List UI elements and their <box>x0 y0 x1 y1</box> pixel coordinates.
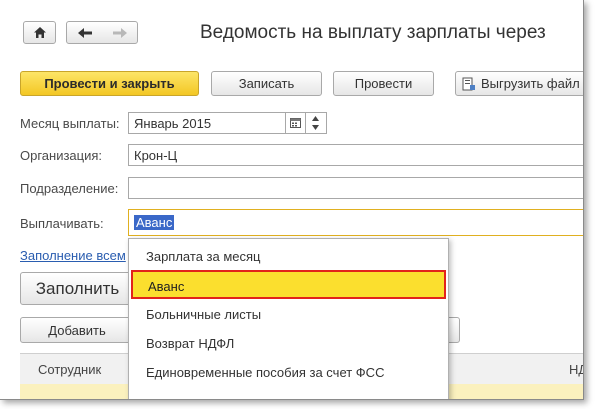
spin-up-icon[interactable] <box>312 116 319 121</box>
export-file-label: Выгрузить файл <box>481 76 580 91</box>
page-title: Ведомость на выплату зарплаты через <box>200 22 546 43</box>
dropdown-item-advance[interactable]: Аванс <box>131 270 446 299</box>
add-button[interactable]: Добавить <box>20 317 134 343</box>
home-button[interactable] <box>23 21 56 44</box>
column-ndfl[interactable]: НД <box>569 362 583 377</box>
save-button[interactable]: Записать <box>211 71 322 96</box>
dropdown-item-fss-benefits[interactable]: Единовременные пособия за счет ФСС <box>129 358 448 387</box>
payout-type-dropdown: Зарплата за месяц Аванс Больничные листы… <box>128 238 449 399</box>
export-file-button[interactable]: Выгрузить файл <box>455 71 583 96</box>
history-nav-group <box>66 21 138 44</box>
month-field[interactable]: Январь 2015 <box>128 112 286 134</box>
forward-arrow-icon[interactable] <box>112 27 128 39</box>
department-label: Подразделение: <box>20 181 119 196</box>
column-employee[interactable]: Сотрудник <box>38 362 101 377</box>
back-arrow-icon[interactable] <box>77 27 93 39</box>
calendar-icon <box>290 118 301 128</box>
export-file-icon <box>462 77 476 91</box>
document-window: Ведомость на выплату зарплаты через Пров… <box>0 0 584 400</box>
post-button[interactable]: Провести <box>333 71 434 96</box>
home-icon <box>33 26 47 39</box>
month-label: Месяц выплаты: <box>20 116 120 131</box>
month-spinner[interactable] <box>306 112 327 134</box>
dropdown-item-sick-leave[interactable]: Больничные листы <box>129 300 448 329</box>
department-field[interactable] <box>128 177 583 199</box>
spin-down-icon[interactable] <box>312 125 319 130</box>
payout-field[interactable]: Аванс <box>128 209 583 236</box>
fill-link[interactable]: Заполнение всем <box>20 248 126 263</box>
payout-selected-text: Аванс <box>134 215 175 230</box>
fill-button[interactable]: Заполнить <box>20 272 135 305</box>
organization-label: Организация: <box>20 148 103 163</box>
post-and-close-button[interactable]: Провести и закрыть <box>20 71 199 96</box>
dropdown-item-salary[interactable]: Зарплата за месяц <box>129 242 448 271</box>
payout-label: Выплачивать: <box>20 216 104 231</box>
dropdown-item-ndfl-refund[interactable]: Возврат НДФЛ <box>129 329 448 358</box>
calendar-button[interactable] <box>286 112 306 134</box>
organization-field[interactable]: Крон-Ц <box>128 144 583 166</box>
